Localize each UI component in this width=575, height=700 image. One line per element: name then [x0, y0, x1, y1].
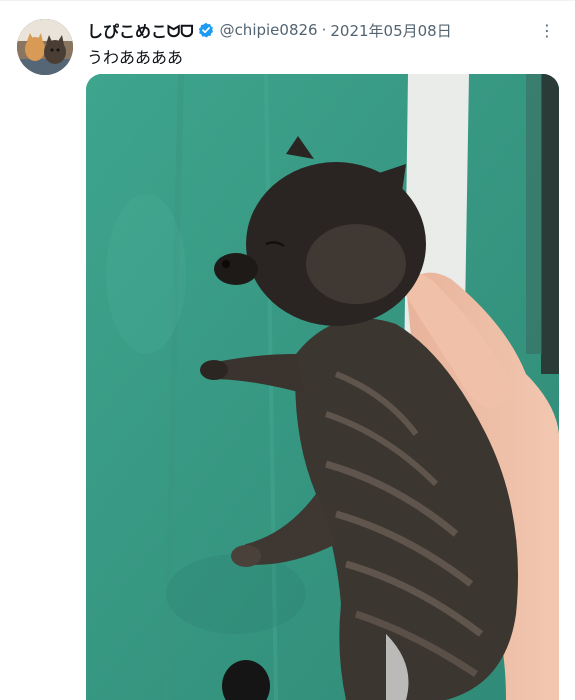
avatar[interactable]: [17, 19, 73, 75]
tweet-header: しぴこめこᗢᗜ @chipie0826 · 2021年05月08日: [87, 18, 452, 42]
more-options-icon[interactable]: ⋮: [535, 18, 559, 42]
divider: [0, 0, 575, 1]
user-handle[interactable]: @chipie0826: [220, 21, 318, 39]
verified-badge-icon: [198, 22, 214, 38]
tweet-date[interactable]: 2021年05月08日: [330, 20, 451, 41]
display-name[interactable]: しぴこめこᗢᗜ: [87, 18, 194, 42]
tweet-text: うわああああ: [87, 48, 184, 67]
separator-dot: ·: [321, 21, 327, 39]
tweet-photo[interactable]: [86, 74, 559, 700]
tweet-card: しぴこめこᗢᗜ @chipie0826 · 2021年05月08日 ⋮ うわああ…: [0, 0, 575, 700]
